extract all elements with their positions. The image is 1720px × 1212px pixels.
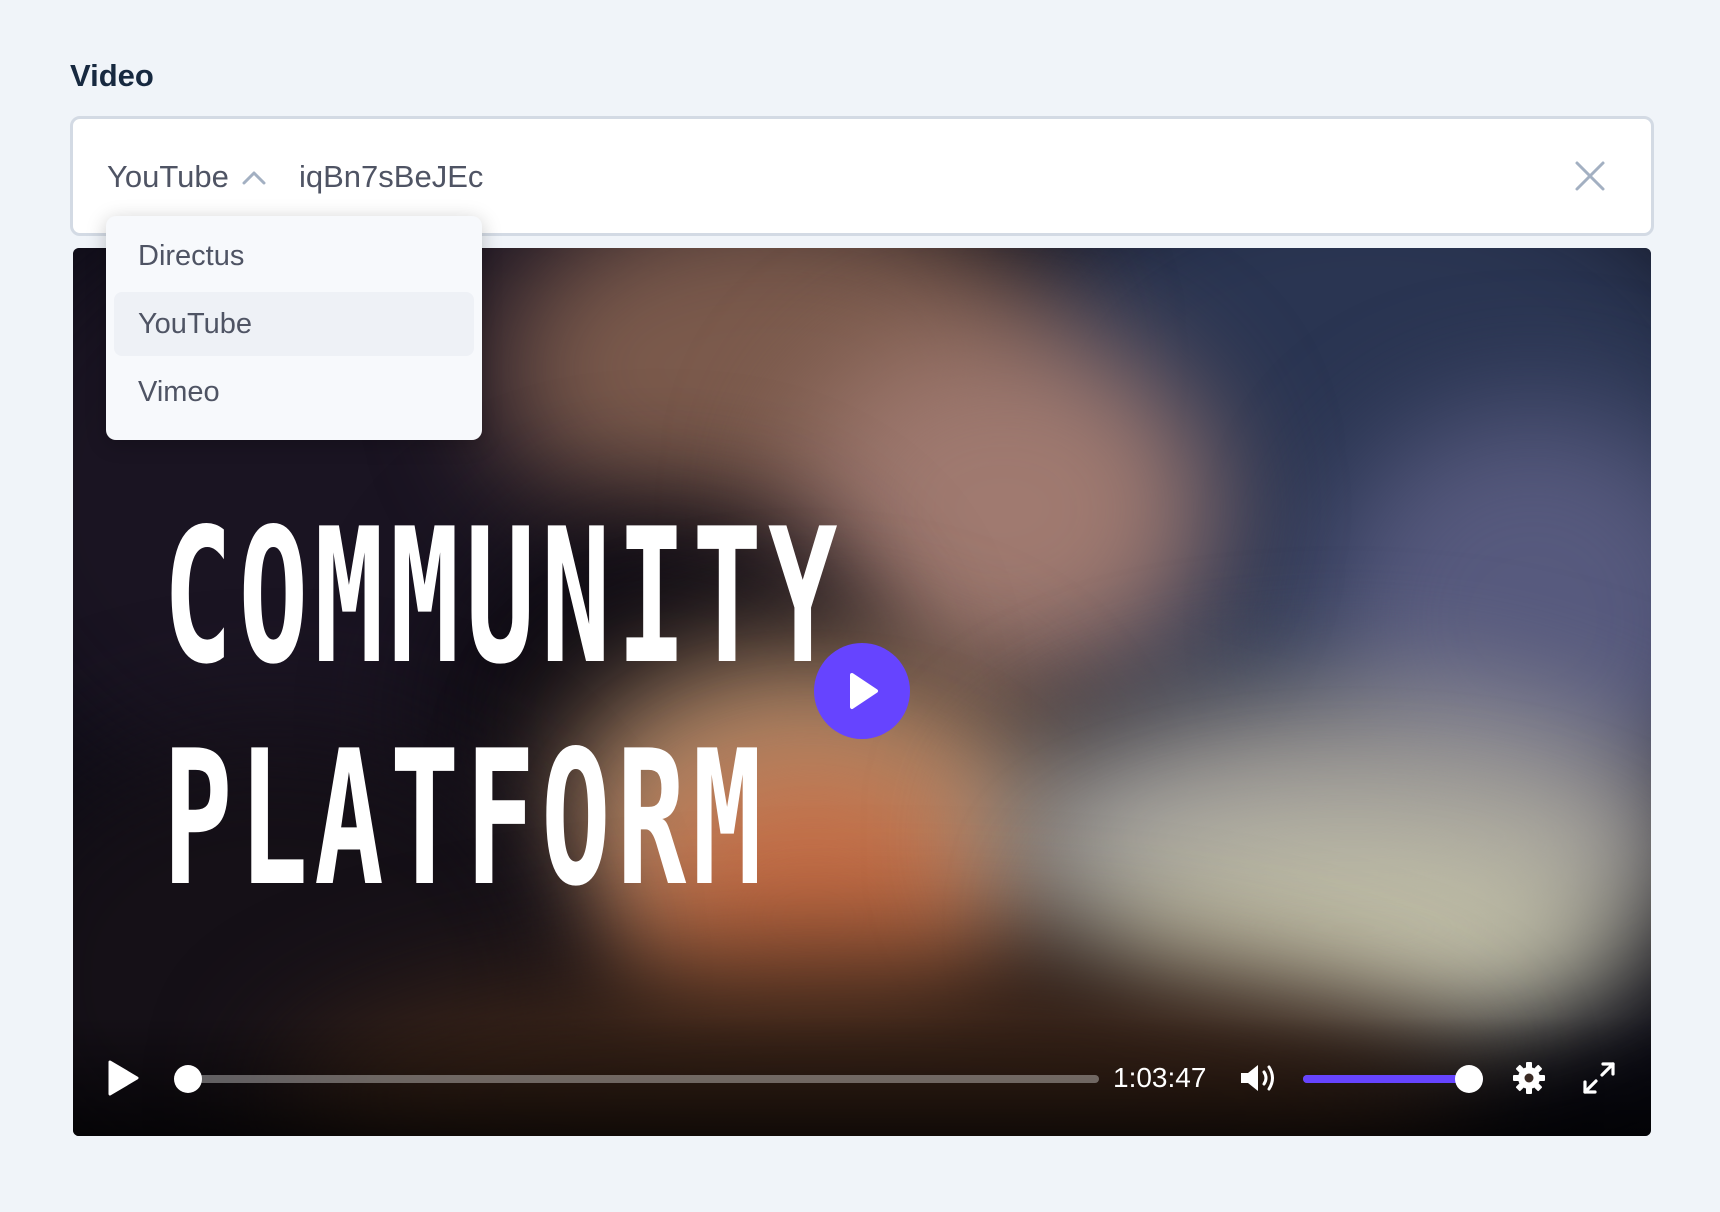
gear-icon[interactable] [1511, 1060, 1547, 1096]
duration-label: 1:03:47 [1113, 1062, 1207, 1093]
seek-handle[interactable] [174, 1065, 202, 1093]
video-id-value[interactable]: iqBn7sBeJEc [299, 159, 483, 195]
play-icon [850, 673, 878, 709]
fullscreen-icon[interactable] [1581, 1060, 1617, 1096]
field-label: Video [70, 58, 154, 93]
thumbnail-title-line-2: PLATFORM [163, 710, 769, 927]
dropdown-item-vimeo[interactable]: Vimeo [114, 360, 474, 424]
chevron-up-icon [242, 171, 266, 185]
seek-bar[interactable] [174, 1065, 1099, 1093]
volume-handle[interactable] [1455, 1065, 1483, 1093]
dropdown-item-youtube[interactable]: YouTube [114, 292, 474, 356]
volume-icon[interactable] [1239, 1062, 1281, 1094]
thumbnail-title-line-1: COMMUNITY [163, 488, 844, 705]
provider-select[interactable]: YouTube [107, 159, 267, 195]
provider-select-value: YouTube [107, 159, 229, 194]
big-play-button[interactable] [814, 643, 910, 739]
thumbnail-title: COMMUNITY PLATFORM [163, 486, 844, 930]
play-icon[interactable] [107, 1060, 139, 1096]
dropdown-item-directus[interactable]: Directus [114, 224, 474, 288]
provider-dropdown-menu: Directus YouTube Vimeo [106, 216, 482, 440]
volume-slider[interactable] [1303, 1065, 1483, 1093]
close-icon[interactable] [1573, 159, 1607, 193]
player-controls: 1:03:47 [73, 1016, 1651, 1136]
